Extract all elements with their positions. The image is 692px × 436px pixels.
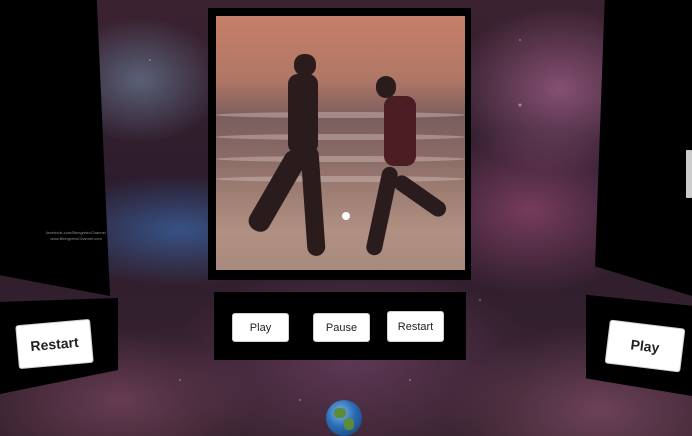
left-video-screen	[0, 0, 110, 296]
runner-figure	[384, 96, 416, 166]
runner-figure	[294, 54, 316, 76]
gaze-cursor	[342, 212, 350, 220]
left-screen-credit: facebook.com/BeingretroChannel www.Being…	[46, 230, 106, 242]
right-video-screen	[595, 0, 692, 296]
runner-figure	[300, 145, 326, 257]
right-screen-edge-element	[686, 150, 692, 198]
runner-figure	[288, 74, 318, 154]
vr-scene: facebook.com/BeingretroChannel www.Being…	[0, 0, 692, 436]
left-restart-button[interactable]: Restart	[15, 318, 94, 370]
restart-button[interactable]: Restart	[387, 311, 444, 342]
play-button[interactable]: Play	[232, 313, 289, 342]
right-play-button[interactable]: Play	[604, 319, 686, 373]
video-wave	[216, 156, 465, 162]
runner-figure	[376, 76, 396, 98]
video-player[interactable]	[216, 16, 465, 270]
video-wave	[216, 112, 465, 118]
globe-icon[interactable]	[326, 400, 362, 436]
globe-landmass	[334, 408, 346, 418]
video-wave	[216, 134, 465, 140]
video-wave	[216, 176, 465, 182]
pause-button[interactable]: Pause	[313, 313, 370, 342]
credit-line-website: www.BeingretroChannel.com	[50, 236, 102, 241]
globe-landmass	[344, 418, 354, 430]
